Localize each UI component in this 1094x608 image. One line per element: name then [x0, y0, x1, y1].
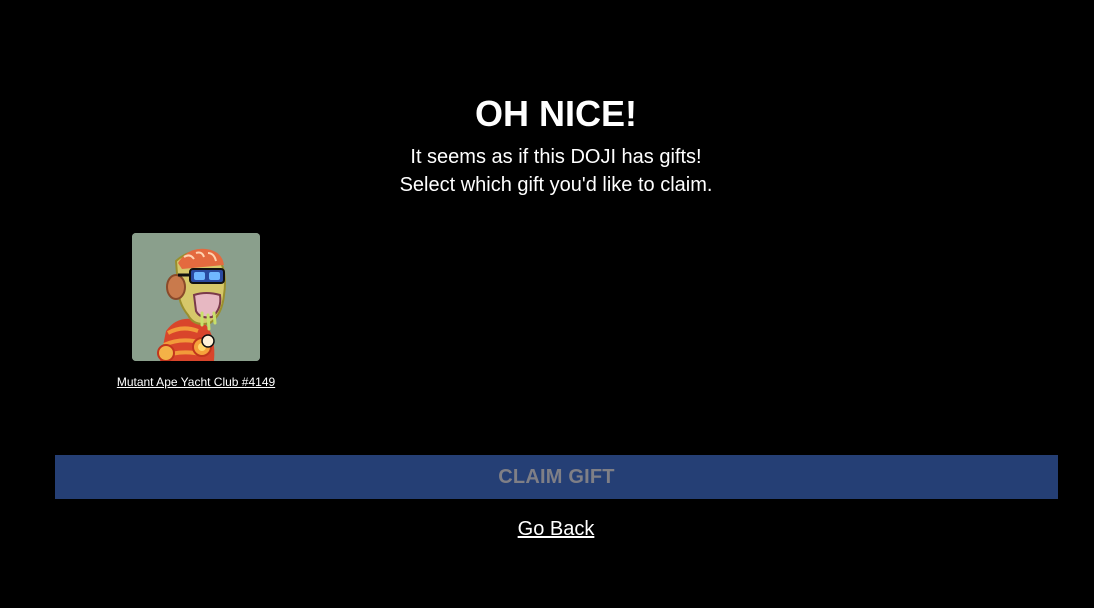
go-back-container: Go Back: [0, 515, 1094, 543]
gift-claim-page: OH NICE! It seems as if this DOJI has gi…: [0, 0, 1094, 608]
mutant-ape-nft-image[interactable]: [132, 233, 260, 361]
gift-card[interactable]: Mutant Ape Yacht Club #4149: [108, 233, 284, 390]
page-title: OH NICE!: [475, 93, 637, 134]
claim-gift-button[interactable]: CLAIM GIFT: [55, 455, 1058, 499]
gift-name-link[interactable]: Mutant Ape Yacht Club #4149: [108, 374, 284, 390]
subtitle-line-1: It seems as if this DOJI has gifts!: [410, 146, 702, 168]
go-back-link[interactable]: Go Back: [518, 518, 595, 540]
subtitle-line-2: Select which gift you'd like to claim.: [399, 174, 713, 196]
